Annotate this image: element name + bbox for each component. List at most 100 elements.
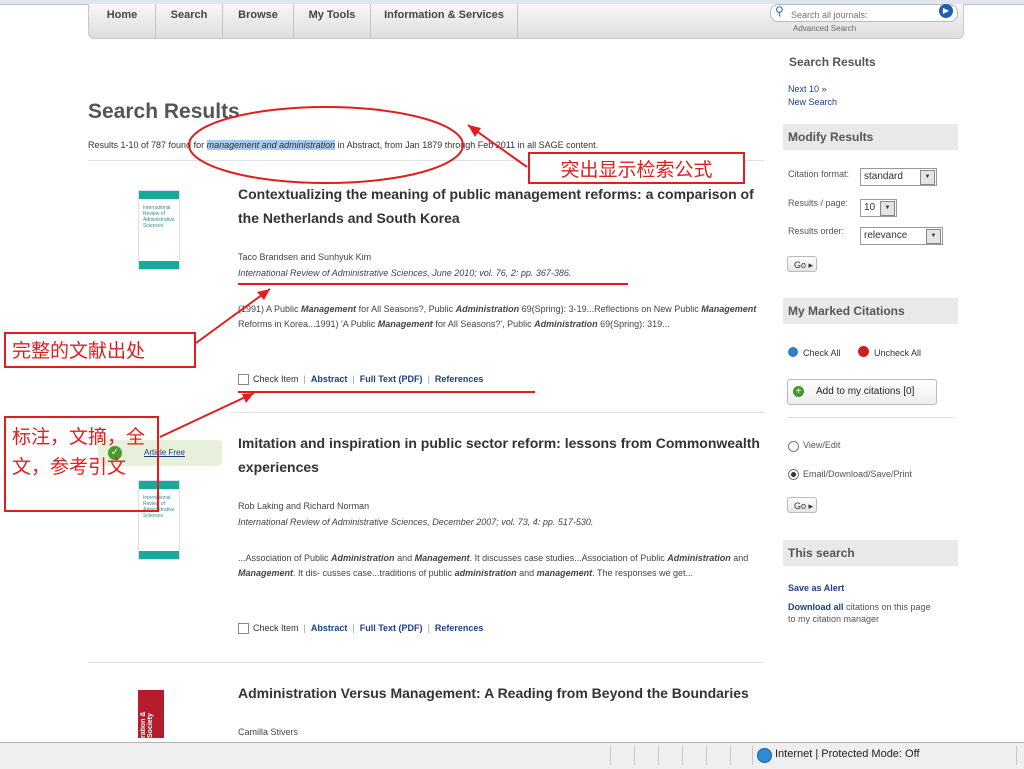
new-search-link[interactable]: New Search <box>788 97 837 107</box>
summary-suffix: in Abstract, from Jan 1879 through Feb 2… <box>335 140 599 150</box>
annotation-full-source: 完整的文献出处 <box>4 332 196 368</box>
result-snippet: ...Association of Public Administration … <box>238 553 749 578</box>
save-as-alert-link[interactable]: Save as Alert <box>788 583 844 593</box>
search-go-icon[interactable]: ▶ <box>939 4 953 18</box>
result-authors: Taco Brandsen and Sunhyuk Kim <box>238 252 372 262</box>
abstract-link[interactable]: Abstract <box>311 623 348 633</box>
view-edit-label: View/Edit <box>803 440 841 450</box>
citation-format-value: standard <box>864 171 903 182</box>
page-title: Search Results <box>88 100 240 123</box>
sidebar-search-results-heading: Search Results <box>789 55 876 69</box>
full-text-pdf-link[interactable]: Full Text (PDF) <box>360 623 423 633</box>
result-source: International Review of Administrative S… <box>238 268 572 278</box>
result-title-link[interactable]: Administration Versus Management: A Read… <box>238 681 766 705</box>
tab-browse[interactable]: Browse <box>223 4 294 38</box>
result-actions: Check Item | Abstract | Full Text (PDF) | Refe… <box>238 374 484 386</box>
tab-search[interactable]: Search <box>156 4 223 38</box>
citations-go-button[interactable]: Go ▸ <box>787 497 817 513</box>
this-search-header: This search <box>783 540 958 566</box>
globe-icon <box>757 748 772 763</box>
go-button-label: Go <box>794 260 807 270</box>
journal-cover-thumbnail[interactable]: International Review of Administrative S… <box>138 190 180 270</box>
tab-my-tools[interactable]: My Tools <box>294 4 371 38</box>
marked-citations-header: My Marked Citations <box>783 298 958 324</box>
result-authors: Rob Laking and Richard Norman <box>238 501 370 511</box>
tab-home[interactable]: Home <box>89 4 156 38</box>
next-10-link[interactable]: Next 10 » <box>788 84 827 94</box>
summary-prefix: Results 1-10 of 787 found for <box>88 140 207 150</box>
check-item-checkbox[interactable] <box>238 623 249 635</box>
annotation-tags-note: 标注，文摘，全文，参考引文 <box>4 416 159 512</box>
result-snippet: (1991) A Public Management for All Seaso… <box>238 304 757 329</box>
results-per-page-value: 10 <box>864 202 876 213</box>
results-order-value: relevance <box>864 230 908 241</box>
status-cell <box>752 746 753 765</box>
status-cell <box>706 746 707 765</box>
result-authors: Camilla Stivers <box>238 727 299 737</box>
journal-search-input[interactable] <box>791 8 931 22</box>
marked-citations-heading: My Marked Citations <box>788 304 905 318</box>
annotation-arrowhead <box>257 289 270 300</box>
uncheck-all-icon <box>858 346 869 357</box>
results-summary: Results 1-10 of 787 found for management… <box>88 140 598 150</box>
results-order-select[interactable]: relevance ▼ <box>860 227 943 245</box>
uncheck-all-link[interactable]: Uncheck All <box>874 348 921 358</box>
modify-results-header: Modify Results <box>783 124 958 150</box>
add-to-citations-button[interactable]: + Add to my citations [0] <box>787 379 937 405</box>
status-cell <box>1016 746 1017 765</box>
search-icon: ⚲ <box>775 4 784 18</box>
cover-text: ration & Society <box>140 711 154 738</box>
chevron-down-icon: ▼ <box>926 229 941 244</box>
check-item-label: Check Item <box>253 623 299 633</box>
journal-cover-thumbnail[interactable]: ration & Society <box>138 690 164 738</box>
download-all-link[interactable]: Download all <box>788 602 844 612</box>
status-cell <box>682 746 683 765</box>
annotation-arrowhead <box>468 125 481 137</box>
status-cell <box>658 746 659 765</box>
results-order-label: Results order: <box>788 226 845 236</box>
tab-information-services[interactable]: Information & Services <box>371 4 518 38</box>
check-all-link[interactable]: Check All <box>803 348 841 358</box>
result-title-link[interactable]: Imitation and inspiration in public sect… <box>238 431 766 479</box>
status-cell <box>610 746 611 765</box>
result-actions: Check Item | Abstract | Full Text (PDF) | Refe… <box>238 623 484 635</box>
security-zone-text: Internet | Protected Mode: Off <box>775 748 920 760</box>
status-cell <box>634 746 635 765</box>
references-link[interactable]: References <box>435 374 484 384</box>
check-all-icon <box>788 347 798 357</box>
result-title-link[interactable]: Contextualizing the meaning of public ma… <box>238 182 766 230</box>
results-per-page-select[interactable]: 10 ▼ <box>860 199 897 217</box>
divider <box>88 662 764 663</box>
chevron-down-icon: ▼ <box>880 201 895 216</box>
summary-query: management and administration <box>206 140 336 150</box>
divider <box>787 417 955 418</box>
browser-status-bar: Internet | Protected Mode: Off <box>0 742 1024 769</box>
download-all-text: Download all citations on this page to m… <box>788 601 938 625</box>
annotation-arrowhead <box>242 393 254 403</box>
divider <box>230 412 764 413</box>
citation-format-label: Citation format: <box>788 169 850 179</box>
email-download-label: Email/Download/Save/Print <box>803 469 913 479</box>
add-to-citations-label: Add to my citations [0] <box>816 386 915 397</box>
references-link[interactable]: References <box>435 623 484 633</box>
journal-search-box <box>770 4 958 22</box>
annotation-highlight-formula: 突出显示检索公式 <box>528 152 745 184</box>
plus-icon: + <box>793 386 804 397</box>
check-item-label: Check Item <box>253 374 299 384</box>
results-per-page-label: Results / page: <box>788 198 849 208</box>
modify-results-heading: Modify Results <box>788 130 874 144</box>
chevron-down-icon: ▼ <box>920 170 935 185</box>
view-edit-radio[interactable] <box>788 441 799 452</box>
advanced-search-link[interactable]: Advanced Search <box>793 24 856 33</box>
status-cell <box>730 746 731 765</box>
check-item-checkbox[interactable] <box>238 374 249 386</box>
abstract-link[interactable]: Abstract <box>311 374 348 384</box>
modify-go-button[interactable]: Go ▸ <box>787 256 817 272</box>
result-source: International Review of Administrative S… <box>238 517 594 527</box>
this-search-heading: This search <box>788 546 855 560</box>
full-text-pdf-link[interactable]: Full Text (PDF) <box>360 374 423 384</box>
cover-text: International Review of Administrative S… <box>143 205 175 229</box>
go-button-label: Go <box>794 501 807 511</box>
citation-format-select[interactable]: standard ▼ <box>860 168 937 186</box>
email-download-radio[interactable] <box>788 469 799 480</box>
